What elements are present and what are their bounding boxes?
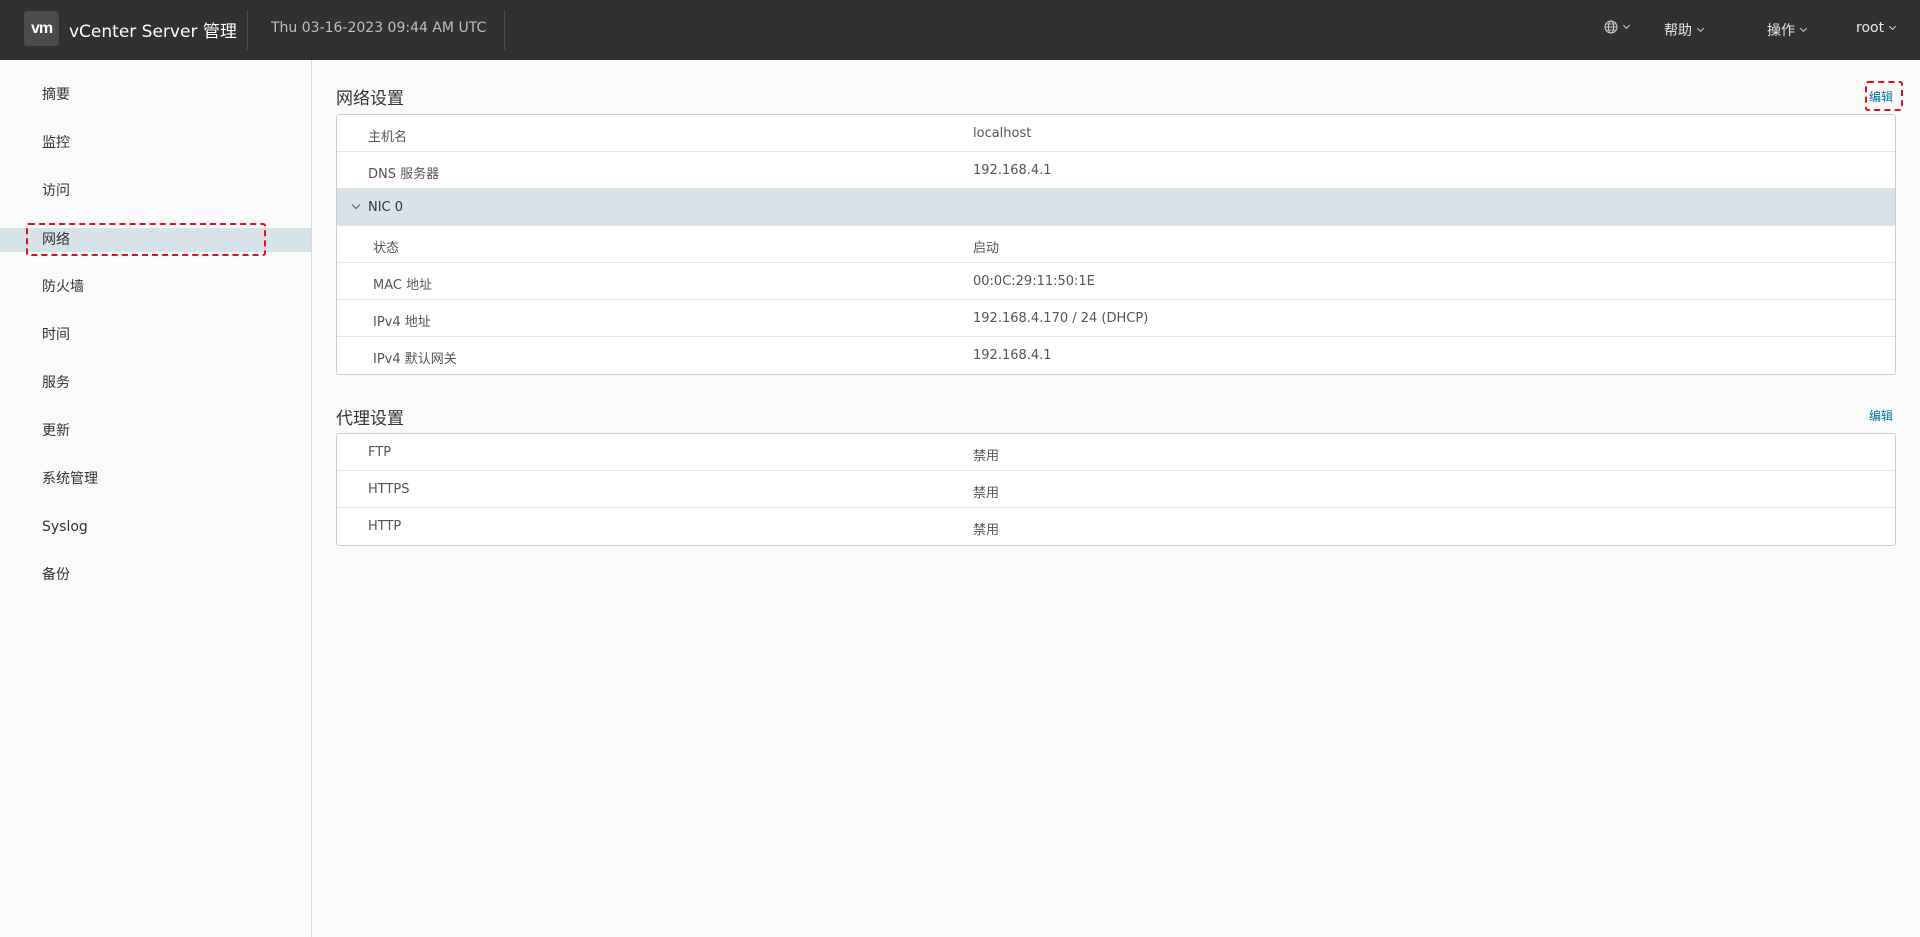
row-value: 192.168.4.170 / 24 (DHCP) (973, 311, 1149, 326)
chevron-down-icon (1799, 24, 1808, 33)
table-row: IPv4 默认网关 192.168.4.1 (337, 337, 1895, 374)
annotation-highlight-networking (26, 223, 266, 256)
user-menu[interactable]: root (1856, 20, 1897, 36)
sidebar-item-firewall[interactable]: 防火墙 (0, 275, 311, 299)
actions-menu[interactable]: 操作 (1767, 20, 1808, 40)
sidebar-item-services[interactable]: 服务 (0, 371, 311, 395)
row-value: 00:0C:29:11:50:1E (973, 274, 1095, 289)
app-title: vCenter Server 管理 (69, 22, 237, 42)
row-key: FTP (368, 445, 392, 460)
globe-icon (1604, 20, 1618, 34)
row-value: localhost (973, 126, 1032, 141)
table-row: 主机名 localhost (337, 115, 1895, 152)
header-divider (504, 10, 505, 50)
chevron-down-icon (1696, 24, 1705, 33)
row-key: MAC 地址 (373, 278, 433, 293)
language-menu[interactable] (1604, 20, 1631, 34)
chevron-down-icon[interactable] (351, 200, 361, 210)
table-row: DNS 服务器 192.168.4.1 (337, 152, 1895, 189)
table-row: IPv4 地址 192.168.4.170 / 24 (DHCP) (337, 300, 1895, 337)
table-row: HTTP 禁用 (337, 508, 1895, 545)
help-menu-label: 帮助 (1664, 23, 1692, 39)
table-row: MAC 地址 00:0C:29:11:50:1E (337, 263, 1895, 300)
row-key: 主机名 (368, 130, 408, 145)
row-key: DNS 服务器 (368, 167, 440, 182)
row-value: 192.168.4.1 (973, 348, 1052, 363)
sidebar-item-monitor[interactable]: 监控 (0, 131, 311, 155)
row-value: 禁用 (973, 486, 1000, 501)
table-row: HTTPS 禁用 (337, 471, 1895, 508)
row-value: 192.168.4.1 (973, 163, 1052, 178)
user-menu-label: root (1856, 20, 1885, 36)
actions-menu-label: 操作 (1767, 23, 1795, 39)
proxy-edit-link[interactable]: 编辑 (1869, 407, 1893, 424)
header-divider (247, 10, 248, 50)
top-header: vm vCenter Server 管理 Thu 03-16-2023 09:4… (0, 0, 1920, 60)
header-datetime: Thu 03-16-2023 09:44 AM UTC (271, 20, 487, 36)
row-value: 启动 (973, 241, 1000, 256)
sidebar-item-syslog[interactable]: Syslog (0, 515, 311, 539)
chevron-down-icon (1622, 21, 1631, 30)
row-key: IPv4 默认网关 (373, 352, 457, 367)
row-key: 状态 (373, 241, 400, 256)
annotation-highlight-edit (1865, 81, 1903, 111)
sidebar-item-backup[interactable]: 备份 (0, 563, 311, 587)
nic-group-header[interactable]: NIC 0 (337, 189, 1895, 226)
sidebar-item-time[interactable]: 时间 (0, 323, 311, 347)
row-key: HTTPS (368, 482, 410, 497)
sidebar-item-update[interactable]: 更新 (0, 419, 311, 443)
vmware-logo[interactable]: vm (24, 11, 59, 46)
nic-label: NIC 0 (368, 200, 404, 215)
proxy-settings-title: 代理设置 (336, 409, 404, 429)
table-row: FTP 禁用 (337, 434, 1895, 471)
sidebar-item-summary[interactable]: 摘要 (0, 83, 311, 107)
row-key: IPv4 地址 (373, 315, 431, 330)
chevron-down-icon (1889, 22, 1897, 31)
help-menu[interactable]: 帮助 (1664, 20, 1705, 40)
row-key: HTTP (368, 519, 402, 534)
row-value: 禁用 (973, 523, 1000, 538)
sidebar-item-access[interactable]: 访问 (0, 179, 311, 203)
network-settings-panel: 主机名 localhost DNS 服务器 192.168.4.1 NIC 0 … (336, 114, 1896, 375)
table-row: 状态 启动 (337, 226, 1895, 263)
row-value: 禁用 (973, 449, 1000, 464)
network-settings-title: 网络设置 (336, 89, 404, 109)
sidebar-item-administration[interactable]: 系统管理 (0, 467, 311, 491)
sidebar: 摘要 监控 访问 网络 防火墙 时间 服务 更新 系统管理 Syslog 备份 (0, 60, 312, 937)
proxy-settings-panel: FTP 禁用 HTTPS 禁用 HTTP 禁用 (336, 433, 1896, 546)
